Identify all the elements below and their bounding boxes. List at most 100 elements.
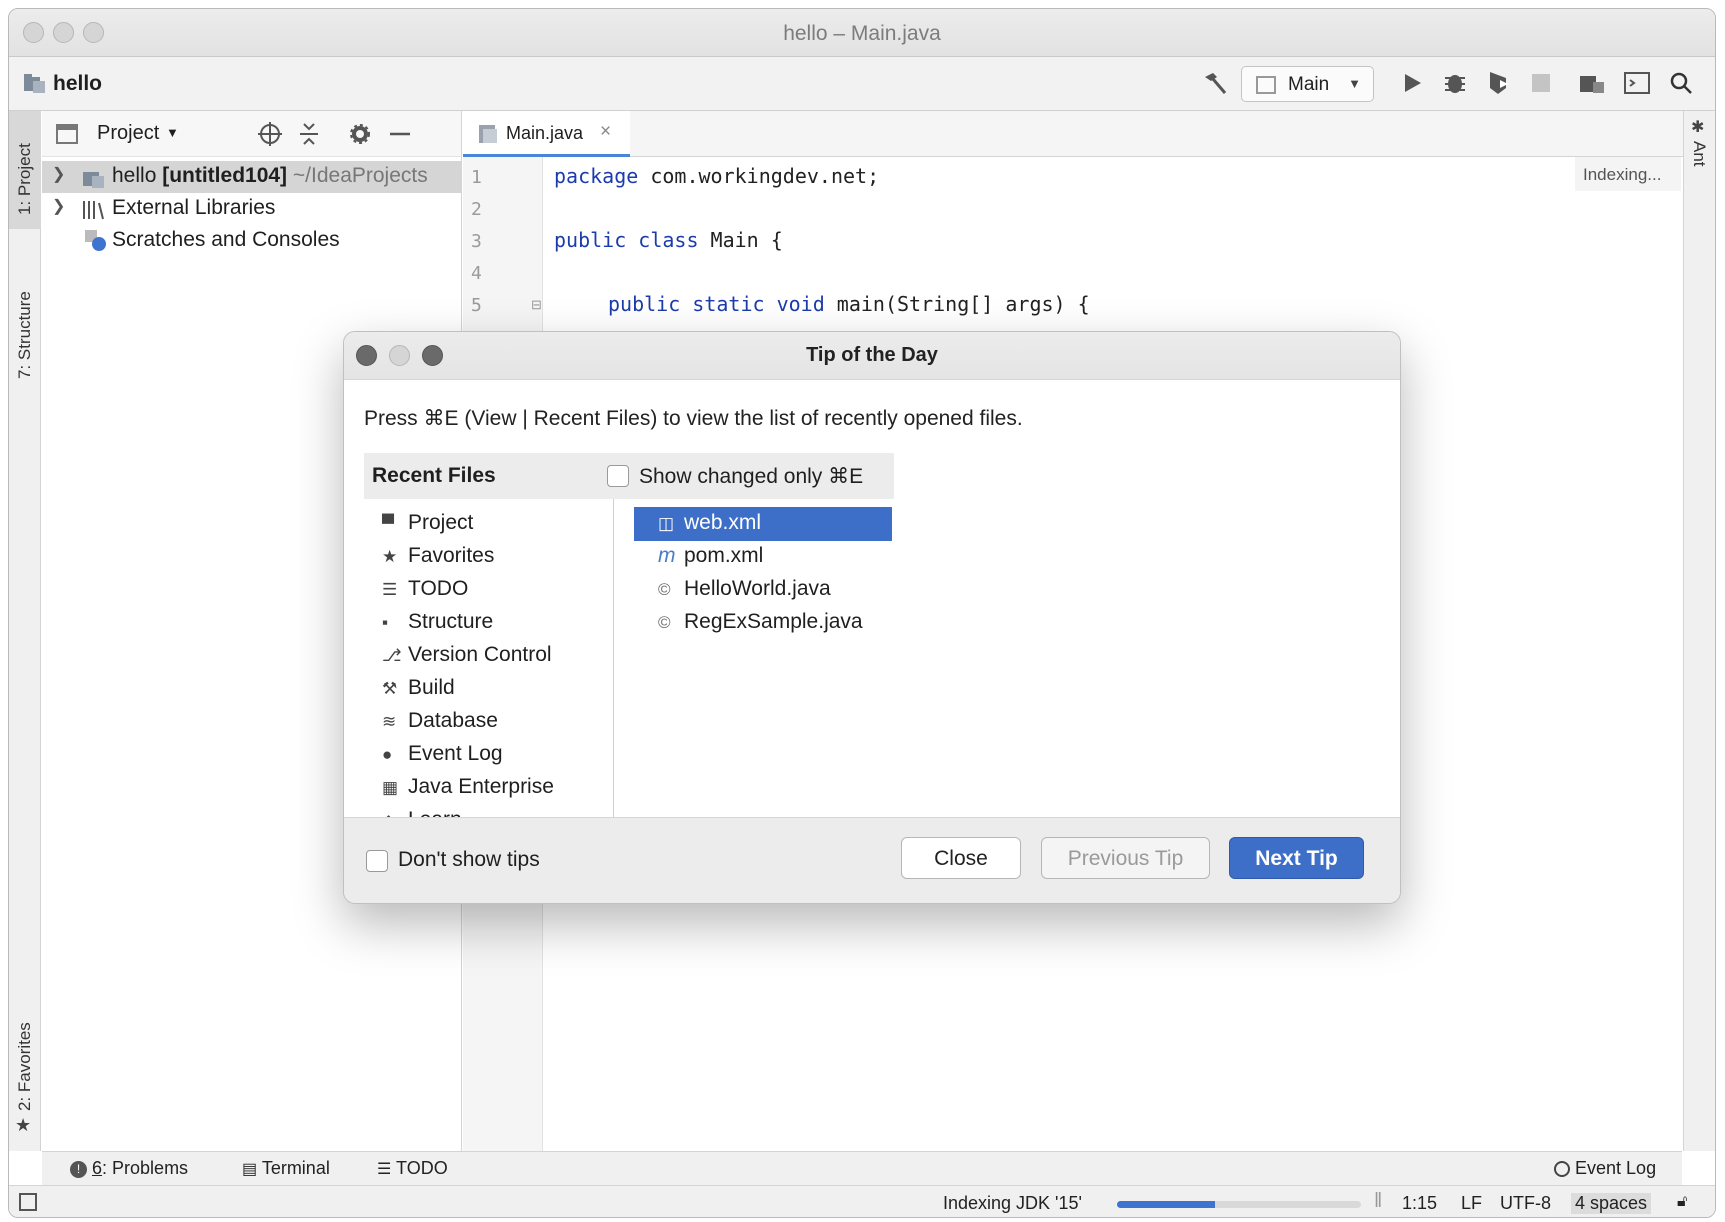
line-number: 3 bbox=[471, 231, 482, 252]
terminal-tool-button[interactable]: ▤ Terminal bbox=[242, 1158, 330, 1179]
list-item[interactable]: ☰ TODO bbox=[382, 577, 468, 601]
next-tip-button[interactable]: Next Tip bbox=[1229, 837, 1364, 879]
close-icon[interactable]: × bbox=[600, 121, 611, 143]
gear-icon[interactable] bbox=[348, 122, 372, 146]
locate-icon[interactable] bbox=[258, 122, 282, 146]
ant-tool-label[interactable]: Ant bbox=[1689, 141, 1709, 167]
list-item-label: Structure bbox=[408, 610, 494, 633]
file-item-pom-xml[interactable]: m pom.xml bbox=[634, 540, 892, 574]
list-item-label: Build bbox=[408, 676, 455, 699]
coverage-icon[interactable] bbox=[1486, 70, 1510, 96]
code-line[interactable]: package com.workingdev.net; bbox=[554, 164, 879, 188]
file-encoding[interactable]: UTF-8 bbox=[1500, 1193, 1551, 1214]
code-keyword: package bbox=[554, 164, 639, 188]
previous-tip-button[interactable]: Previous Tip bbox=[1041, 837, 1210, 879]
list-item[interactable]: ▪ Structure bbox=[382, 610, 493, 634]
list-item[interactable]: ● Event Log bbox=[382, 742, 503, 766]
star-icon: ★ bbox=[15, 1115, 32, 1135]
favorites-tool-label[interactable]: 2: Favorites bbox=[15, 1022, 35, 1111]
list-item[interactable]: ⎇ Version Control bbox=[382, 643, 552, 667]
event-log-tool-button[interactable]: Event Log bbox=[1554, 1158, 1656, 1179]
tree-item-scratches[interactable]: Scratches and Consoles bbox=[42, 225, 462, 257]
list-item[interactable]: ◆Learn bbox=[382, 808, 462, 817]
project-view-title[interactable]: Project bbox=[97, 122, 159, 145]
chevron-down-icon[interactable]: ▼ bbox=[166, 125, 179, 140]
event-log-icon bbox=[1554, 1161, 1570, 1178]
list-item[interactable]: ⚒ Build bbox=[382, 676, 455, 700]
structure-icon: ▪ bbox=[382, 613, 389, 632]
close-button[interactable]: Close bbox=[901, 837, 1021, 879]
run-config-label: Main bbox=[1288, 74, 1330, 95]
database-icon: ≋ bbox=[382, 712, 397, 731]
structure-tool-label[interactable]: 7: Structure bbox=[15, 291, 35, 379]
project-folder-icon bbox=[24, 74, 45, 93]
indexing-progress-fill bbox=[1117, 1201, 1215, 1208]
file-item-label: pom.xml bbox=[684, 544, 764, 567]
project-tool-label[interactable]: 1: Project bbox=[15, 143, 35, 215]
list-item-label: Favorites bbox=[408, 544, 495, 567]
folder-icon: ▀ bbox=[382, 514, 395, 533]
indexing-progress-bar bbox=[1117, 1201, 1361, 1208]
project-structure-icon[interactable] bbox=[1579, 72, 1605, 94]
event-log-label: Event Log bbox=[1575, 1158, 1657, 1178]
chevron-right-icon[interactable]: ❯ bbox=[52, 164, 65, 184]
tip-of-the-day-dialog: Tip of the Day Press ⌘E (View | Recent F… bbox=[343, 331, 1401, 904]
tree-item-hello[interactable]: ❯ hello [untitled104] ~/IdeaProjects bbox=[42, 161, 462, 193]
navbar-project-name[interactable]: hello bbox=[53, 72, 102, 96]
dont-show-tips-checkbox[interactable] bbox=[366, 850, 388, 872]
editor-indexing-status: Indexing... bbox=[1575, 157, 1681, 191]
show-changed-only-label[interactable]: Show changed only ⌘E bbox=[639, 464, 863, 489]
recent-files-list: ◫ web.xml m pom.xml © HelloWorld.java © RegE… bbox=[634, 499, 894, 817]
dialog-body: Press ⌘E (View | Recent Files) to view t… bbox=[344, 380, 1400, 817]
list-item[interactable]: ≋ Database bbox=[382, 709, 498, 733]
list-item[interactable]: ▦ Java Enterprise bbox=[382, 775, 554, 799]
code-line[interactable]: public class Main { bbox=[554, 228, 783, 252]
file-item-label: web.xml bbox=[684, 511, 762, 534]
navigation-bar: hello Main ▼ bbox=[9, 57, 1715, 111]
indent-setting[interactable]: 4 spaces bbox=[1571, 1193, 1652, 1214]
title-bar: hello – Main.java bbox=[9, 9, 1715, 57]
tree-item-external-libraries[interactable]: ❯ External Libraries bbox=[42, 193, 462, 225]
hammer-icon[interactable] bbox=[1201, 69, 1229, 97]
problems-tool-button[interactable]: ! 6: Problems bbox=[70, 1158, 188, 1179]
pause-icon[interactable]: ‖ bbox=[1374, 1190, 1382, 1213]
tab-main-java[interactable]: Main.java × bbox=[463, 111, 630, 157]
chevron-down-icon: ▼ bbox=[1348, 76, 1361, 91]
run-icon[interactable] bbox=[1401, 72, 1423, 94]
list-icon: ☰ bbox=[377, 1161, 392, 1178]
line-number: 2 bbox=[471, 199, 482, 220]
file-item-web-xml[interactable]: ◫ web.xml bbox=[634, 507, 892, 541]
terminal-icon[interactable] bbox=[1624, 72, 1650, 94]
tree-item-label: External Libraries bbox=[112, 196, 276, 219]
collapse-all-icon[interactable] bbox=[298, 122, 320, 146]
run-configuration-select[interactable]: Main ▼ bbox=[1241, 66, 1374, 102]
dont-show-tips-label[interactable]: Don't show tips bbox=[398, 848, 540, 872]
caret-position[interactable]: 1:15 bbox=[1402, 1193, 1437, 1214]
search-icon[interactable] bbox=[1669, 71, 1693, 95]
show-changed-only-checkbox[interactable] bbox=[607, 465, 629, 487]
file-item-helloworld-java[interactable]: © HelloWorld.java bbox=[634, 573, 892, 607]
list-item-label: TODO bbox=[408, 577, 469, 600]
chevron-right-icon[interactable]: ❯ bbox=[52, 196, 65, 216]
event-log-icon: ● bbox=[382, 745, 393, 764]
toggle-tool-windows-icon[interactable] bbox=[19, 1193, 37, 1211]
list-item-label: Project bbox=[408, 511, 474, 534]
tab-label: Main.java bbox=[506, 123, 584, 143]
file-item-regexsample-java[interactable]: © RegExSample.java bbox=[634, 606, 892, 640]
hide-icon[interactable] bbox=[388, 122, 412, 146]
list-item[interactable]: ★ Favorites bbox=[382, 544, 494, 568]
code-line[interactable]: public static void main(String[] args) { bbox=[608, 292, 1090, 316]
lock-icon[interactable]: 🔓︎ bbox=[1677, 1193, 1687, 1211]
indexing-status: Indexing JDK '15' bbox=[943, 1193, 1082, 1213]
todo-tool-button[interactable]: ☰ TODO bbox=[377, 1158, 448, 1179]
code-text: com.workingdev.net; bbox=[638, 164, 880, 188]
tree-item-label: hello bbox=[112, 164, 157, 187]
stop-icon[interactable] bbox=[1531, 73, 1551, 93]
line-separator[interactable]: LF bbox=[1461, 1193, 1482, 1214]
problems-icon: ! bbox=[70, 1160, 87, 1178]
dialog-title-bar: Tip of the Day bbox=[344, 332, 1400, 380]
project-view-icon bbox=[56, 124, 78, 144]
list-item[interactable]: ▀ Project bbox=[382, 511, 473, 535]
fold-icon[interactable]: ⊟ bbox=[531, 297, 542, 313]
debug-icon[interactable] bbox=[1443, 70, 1467, 96]
